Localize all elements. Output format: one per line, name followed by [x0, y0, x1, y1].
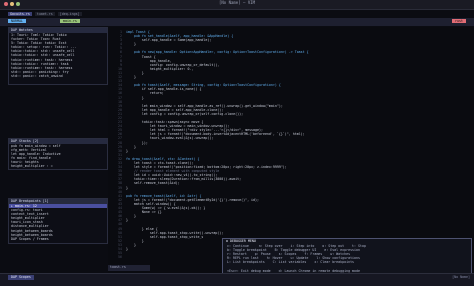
- bottom-status-bar: DAP Scopes [No Name]: [0, 273, 474, 286]
- popup-title-text: DEBUGGER MENU: [230, 239, 256, 243]
- position-indicator: [No Name]: [452, 275, 470, 279]
- code-editor[interactable]: 1 2 3 4 5 6 7 8 9 10 11 12 13 14 15 16 17 18 19 20 21 22 23 24 2…: [108, 27, 474, 273]
- breakpoints-panel[interactable]: DAP Breakpoints [1] ▸ main.rs: 12 config…: [8, 198, 108, 244]
- tab-2[interactable]: tuaet.rs: [34, 12, 55, 17]
- panel-line[interactable]: height_multiplier : =: [9, 164, 107, 168]
- window-title: [No Name] — VIM: [218, 0, 256, 5]
- mode-badge: NORMAL: [8, 19, 26, 24]
- tab-3[interactable]: [deq-ings]: [57, 12, 82, 17]
- stacks-panel[interactable]: DAP Stacks [2] pub fn main_window = self…: [8, 138, 108, 170]
- tab-bar: Gocuits.rs tuaet.rs [deq-ings]: [8, 12, 85, 17]
- filetype-badge: rust: [452, 19, 466, 24]
- panel-line[interactable]: std:: panic:: catch_unwind: [9, 74, 107, 78]
- watches-panel[interactable]: DAP Watches 1: Tauri: Toml: Tokio: Tokio…: [8, 27, 108, 85]
- code-content[interactable]: impl Toast { pub fn set_handle(&self, ap…: [126, 30, 309, 251]
- tab-1[interactable]: Gocuits.rs: [8, 12, 32, 17]
- line-numbers: 1 2 3 4 5 6 7 8 9 10 11 12 13 14 15 16 17 18 19 20 21 22 23 24 2…: [108, 30, 122, 259]
- title-bar: [No Name] — VIM: [0, 0, 474, 10]
- mode-indicator: DAP Scopes: [8, 275, 34, 280]
- buffer-label: toast.rs: [108, 265, 150, 271]
- debug-sidebar: DAP Watches 1: Tauri: Toml: Tokio: Tokio…: [8, 27, 108, 273]
- top-status-bar: NORMAL main.rs rust: [0, 18, 474, 26]
- file-badge: main.rs: [60, 19, 80, 24]
- panel-line[interactable]: DAP Scopes / Frames: [9, 237, 107, 241]
- bug-icon: ⚙: [226, 239, 228, 243]
- line-number: 56: [118, 255, 122, 260]
- code-line[interactable]: pub fn new(app_handle: Option<AppHandle>…: [126, 50, 309, 54]
